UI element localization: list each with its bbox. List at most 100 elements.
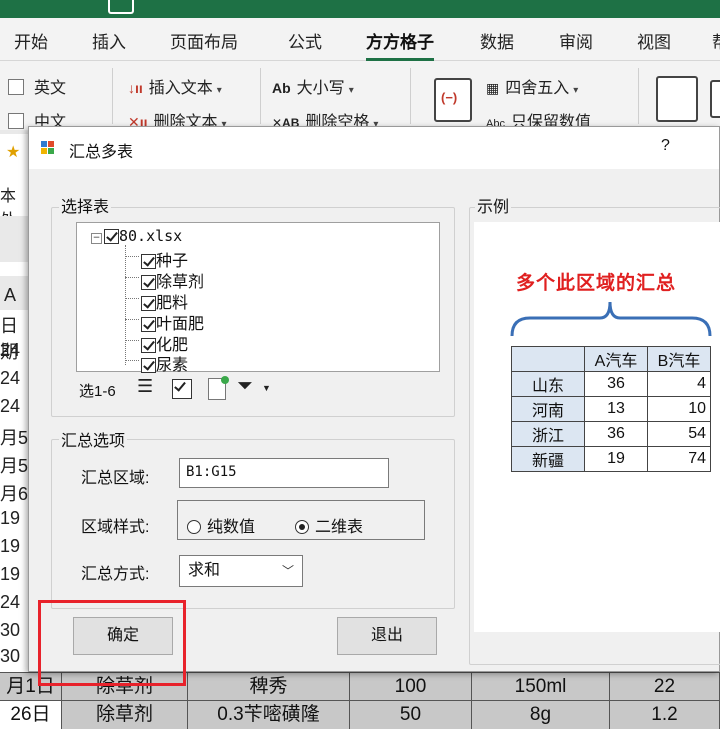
table-cell: 13 bbox=[584, 396, 648, 422]
cell[interactable]: 8g bbox=[472, 701, 610, 729]
sheet-name: 尿素 bbox=[156, 357, 189, 374]
item-checkbox[interactable] bbox=[141, 254, 156, 269]
table-cell: 10 bbox=[647, 396, 711, 422]
method-value: 求和 bbox=[188, 562, 221, 579]
list-icon[interactable]: ☰ bbox=[137, 376, 153, 397]
table-header: B汽车 bbox=[647, 346, 711, 372]
clipboard-icon[interactable] bbox=[656, 76, 698, 122]
divider bbox=[260, 68, 261, 124]
tree-connector bbox=[125, 256, 139, 257]
cell[interactable]: 月5 bbox=[0, 452, 30, 478]
table-row: 26日 除草剂 0.3苄嘧磺隆 50 8g 1.2 bbox=[0, 700, 720, 729]
tree-connector bbox=[125, 277, 139, 278]
table-row: A汽车 B汽车 bbox=[511, 346, 711, 372]
cell[interactable]: 月6 bbox=[0, 480, 30, 506]
cell[interactable]: 稗秀 bbox=[188, 673, 350, 701]
insert-text-button[interactable]: ↓ıı 插入文本 ▾ bbox=[128, 74, 222, 98]
radio-plain-values[interactable]: 纯数值 bbox=[187, 513, 255, 537]
radio-button[interactable] bbox=[187, 520, 201, 534]
cell[interactable]: 22 bbox=[610, 673, 720, 701]
region-input[interactable]: B1:G15 bbox=[179, 458, 389, 488]
tree-connector bbox=[125, 298, 139, 299]
checkbox-box[interactable] bbox=[8, 79, 24, 95]
add-sheet-icon[interactable] bbox=[208, 376, 229, 400]
item-checkbox[interactable] bbox=[141, 296, 156, 311]
help-button[interactable]: ? bbox=[661, 137, 670, 155]
table-cell: 新疆 bbox=[511, 446, 585, 472]
cell[interactable]: 26日 bbox=[0, 701, 62, 729]
table-row: 河南 13 10 bbox=[511, 396, 711, 422]
table-cell: 浙江 bbox=[511, 421, 585, 447]
insert-text-icon: ↓ıı bbox=[128, 80, 143, 96]
tab-formulas[interactable]: 公式 bbox=[288, 28, 322, 53]
highlight-annotation bbox=[38, 600, 186, 686]
item-checkbox[interactable] bbox=[141, 358, 156, 373]
cell[interactable]: 月5 bbox=[0, 424, 30, 450]
method-select[interactable]: 求和 ﹀ bbox=[179, 555, 303, 587]
exit-button[interactable]: 退出 bbox=[337, 617, 437, 655]
tab-insert[interactable]: 插入 bbox=[92, 28, 126, 53]
case-label: 大小写 bbox=[296, 80, 345, 97]
cell[interactable]: 19 bbox=[0, 564, 30, 585]
cell[interactable]: 0.3苄嘧磺隆 bbox=[188, 701, 350, 729]
cell[interactable]: 100 bbox=[350, 673, 472, 701]
tree-connector bbox=[125, 360, 139, 361]
cell[interactable]: 30 bbox=[0, 646, 30, 667]
chevron-down-icon: ▾ bbox=[216, 85, 222, 96]
tab-fangfang[interactable]: 方方格子 bbox=[366, 28, 434, 61]
radio-2d-table[interactable]: 二维表 bbox=[295, 513, 363, 537]
cell[interactable]: 50 bbox=[350, 701, 472, 729]
cell[interactable]: 150ml bbox=[472, 673, 610, 701]
check-all-icon[interactable] bbox=[172, 379, 192, 401]
root-checkbox[interactable] bbox=[104, 229, 119, 244]
excel-ribbon: 开始 插入 页面布局 公式 方方格子 数据 审阅 视图 帮 英文 中文 ↓ıı插… bbox=[0, 0, 720, 131]
case-button[interactable]: Ab 大小写 ▾ bbox=[272, 74, 354, 98]
round-label: 四舍五入 bbox=[505, 80, 570, 97]
cell[interactable]: 30 bbox=[0, 620, 30, 641]
sheet-tree[interactable]: −80.xlsx 种子 除草剂 肥料 叶面肥 化肥 尿素 bbox=[76, 222, 440, 375]
round-button[interactable]: ▦ 四舍五入 ▾ bbox=[486, 74, 578, 98]
table-cell: 36 bbox=[584, 421, 648, 447]
options-group-label: 汇总选项 bbox=[59, 427, 128, 451]
dialog-title-bar[interactable]: 汇总多表 ? bbox=[29, 127, 719, 169]
table-row: 山东 36 4 bbox=[511, 371, 711, 397]
cell[interactable]: 19 bbox=[0, 536, 30, 557]
divider bbox=[638, 68, 639, 124]
cell[interactable]: 24 bbox=[0, 592, 30, 613]
table-cell: 河南 bbox=[511, 396, 585, 422]
radio-button-selected[interactable] bbox=[295, 520, 309, 534]
save-icon[interactable] bbox=[108, 0, 134, 14]
tab-review[interactable]: 审阅 bbox=[559, 28, 593, 53]
radio-label: 二维表 bbox=[315, 519, 364, 536]
filter-icon[interactable]: ⏷ bbox=[237, 375, 253, 398]
english-checkbox[interactable]: 英文 bbox=[8, 74, 66, 98]
tree-root[interactable]: − 80.xlsx bbox=[91, 227, 182, 245]
cell[interactable]: 24 bbox=[0, 340, 30, 361]
cell[interactable]: 1.2 bbox=[610, 701, 720, 729]
ribbon-tabs: 开始 插入 页面布局 公式 方方格子 数据 审阅 视图 帮 bbox=[0, 22, 720, 61]
cell[interactable]: 24 bbox=[0, 396, 30, 417]
checkbox-box[interactable] bbox=[8, 113, 24, 129]
sheet-area: ★ 本处 A 日期 24 24 24 月5 月5 月6 19 19 19 24 … bbox=[0, 130, 30, 727]
formula-bar bbox=[0, 216, 30, 262]
tab-help[interactable]: 帮 bbox=[712, 28, 720, 53]
table-cell bbox=[511, 346, 585, 372]
item-checkbox[interactable] bbox=[141, 317, 156, 332]
tool-icon[interactable] bbox=[710, 80, 720, 118]
chevron-down-icon: ﹀ bbox=[281, 564, 294, 578]
radio-label: 纯数值 bbox=[207, 519, 256, 536]
tree-item[interactable]: 尿素 bbox=[141, 351, 188, 375]
collapse-icon[interactable]: − bbox=[91, 233, 102, 244]
item-checkbox[interactable] bbox=[141, 275, 156, 290]
tab-data[interactable]: 数据 bbox=[480, 28, 514, 53]
cell[interactable]: 24 bbox=[0, 368, 30, 389]
tab-view[interactable]: 视图 bbox=[637, 28, 671, 53]
cell[interactable]: 19 bbox=[0, 508, 30, 529]
tab-page-layout[interactable]: 页面布局 bbox=[170, 28, 238, 53]
cell[interactable]: 除草剂 bbox=[62, 701, 188, 729]
formula-icon[interactable]: (−) bbox=[434, 78, 472, 122]
insert-text-label: 插入文本 bbox=[148, 80, 213, 97]
tab-home[interactable]: 开始 bbox=[14, 28, 48, 53]
chevron-down-icon[interactable]: ▼ bbox=[262, 383, 271, 393]
star-icon: ★ bbox=[6, 144, 21, 161]
